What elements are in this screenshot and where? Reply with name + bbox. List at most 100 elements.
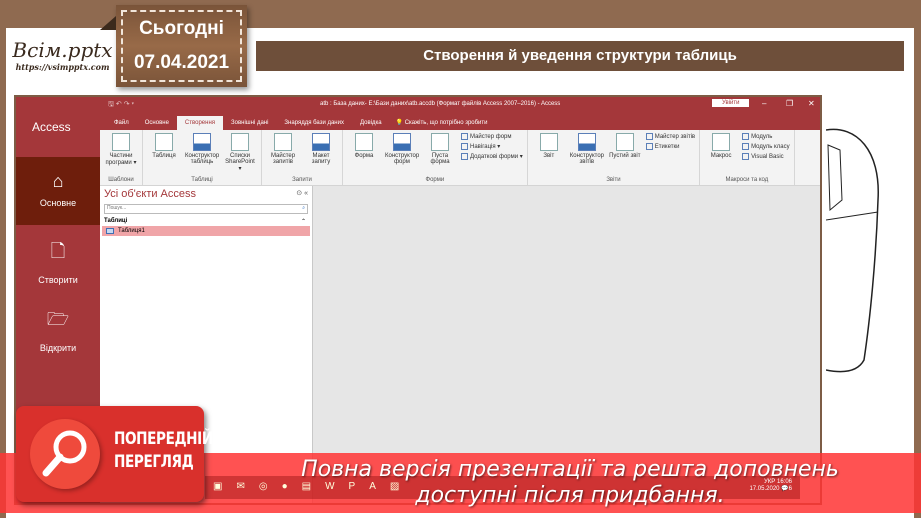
nav-group-tables[interactable]: Таблиці ⌃ xyxy=(100,216,312,226)
group-label: Запити xyxy=(292,177,312,183)
blank-report-button[interactable]: Пустий звіт xyxy=(608,133,642,175)
computer-mouse-illustration xyxy=(826,128,879,373)
viber-icon[interactable]: ◎ xyxy=(259,481,268,492)
module-icon xyxy=(742,133,750,140)
form-design-button[interactable]: Конструктор форм xyxy=(385,133,419,175)
tab-database-tools[interactable]: Знаряддя бази даних xyxy=(276,116,352,130)
backstage-item-label: Відкрити xyxy=(39,343,77,353)
banner-line-2: доступні після придбання. xyxy=(415,483,725,508)
folder-open-icon: 🗁 xyxy=(46,309,70,329)
tab-file[interactable]: Файл xyxy=(106,116,137,130)
slide-frame xyxy=(914,28,921,518)
group-label: Шаблони xyxy=(108,177,134,183)
close-button[interactable]: ✕ xyxy=(808,99,815,108)
group-label: Форми xyxy=(425,177,445,183)
banner-line-1: Повна версія презентації та решта доповн… xyxy=(301,457,839,482)
lightbulb-icon: 💡 xyxy=(395,120,405,126)
table-design-icon xyxy=(193,133,211,151)
tab-home[interactable]: Основне xyxy=(137,116,177,130)
nav-pane-controls[interactable]: ⊙ « xyxy=(296,189,308,197)
nav-search-input[interactable]: Пошук... ⌕ xyxy=(104,204,308,214)
brand-logo: Всім.pptx https://vsimpptx.com xyxy=(10,38,115,72)
group-templates: Частини програми ▾ Шаблони xyxy=(100,130,143,185)
class-module-button[interactable]: Модуль класу xyxy=(742,143,790,150)
form-button[interactable]: Форма xyxy=(347,133,381,175)
group-tables: Таблиця Конструктор таблиць Списки Share… xyxy=(143,130,262,185)
brand-url: https://vsimpptx.com xyxy=(15,62,110,72)
visual-basic-icon xyxy=(742,153,750,160)
report-design-button[interactable]: Конструктор звітів xyxy=(570,133,604,175)
tab-help[interactable]: Довідка xyxy=(352,116,390,130)
macro-button[interactable]: Макрос xyxy=(704,133,738,175)
tell-me-label: Скажіть, що потрібно зробити xyxy=(404,120,488,126)
blank-form-icon xyxy=(431,133,449,151)
report-design-icon xyxy=(577,133,596,151)
report-icon xyxy=(539,133,558,151)
navigation-icon xyxy=(461,143,468,150)
table-icon xyxy=(106,228,114,234)
window-title: atb : База даних- E:\Бази даних\atb.accd… xyxy=(320,101,561,107)
banner-text: Повна версія презентації та решта доповн… xyxy=(300,457,840,509)
application-parts-button[interactable]: Частини програми ▾ xyxy=(104,133,138,175)
labels-button[interactable]: Етикетки xyxy=(645,143,695,150)
preview-line-2: ПЕРЕГЛЯД xyxy=(114,452,194,472)
ribbon-tabs: Файл Основне Створення Зовнішні дані Зна… xyxy=(100,112,820,130)
class-module-icon xyxy=(742,143,750,150)
report-wizard-icon xyxy=(645,133,653,140)
group-queries: Майстер запитів Макет запиту Запити xyxy=(262,130,343,185)
ribbon: Частини програми ▾ Шаблони Таблиця Конст… xyxy=(100,130,820,186)
brand-name: Всім.pptx xyxy=(12,38,113,62)
query-wizard-button[interactable]: Майстер запитів xyxy=(266,133,300,175)
nav-pane-title[interactable]: Усі об'єкти Access ⊙ « xyxy=(100,186,312,202)
form-wizard-icon xyxy=(461,133,468,140)
blank-report-icon xyxy=(615,133,634,151)
table-button[interactable]: Таблиця xyxy=(147,133,181,175)
backstage-item-home[interactable]: ⌂ Основне xyxy=(16,157,100,225)
collapse-icon: ⌃ xyxy=(300,219,306,225)
form-wizard-button[interactable]: Майстер форм xyxy=(461,133,523,140)
visual-basic-button[interactable]: Visual Basic xyxy=(742,153,789,160)
backstage-item-label: Створити xyxy=(38,275,78,285)
table-icon xyxy=(155,133,173,151)
magnifier-icon xyxy=(30,419,100,489)
tab-external-data[interactable]: Зовнішні дані xyxy=(223,116,276,130)
restore-button[interactable]: ❐ xyxy=(786,99,793,108)
form-icon xyxy=(355,133,373,151)
minimize-button[interactable]: – xyxy=(762,99,766,108)
preview-line-1: ПОПЕРЕДНІЙ xyxy=(114,429,213,449)
date-badge: Сьогодні 07.04.2021 xyxy=(100,5,247,87)
date-label: Сьогодні xyxy=(139,18,224,39)
quick-access-toolbar[interactable]: 🖫 ↶ ↷ ▾ xyxy=(108,100,134,111)
store-icon[interactable]: ▣ xyxy=(213,481,222,492)
sharepoint-lists-icon xyxy=(231,133,249,151)
preview-badge[interactable]: ПОПЕРЕДНІЙ ПЕРЕГЛЯД xyxy=(16,406,213,502)
report-wizard-button[interactable]: Майстер звітів xyxy=(645,133,695,140)
backstage-item-label: Основне xyxy=(39,198,77,208)
slide-title: Створення й уведення структури таблиць xyxy=(256,41,904,71)
mail-icon[interactable]: ✉ xyxy=(236,481,244,492)
query-design-button[interactable]: Макет запиту xyxy=(304,133,338,175)
labels-icon xyxy=(645,143,653,150)
home-icon: ⌂ xyxy=(52,171,64,191)
group-label: Макроси та код xyxy=(725,177,769,183)
blank-form-button[interactable]: Пуста форма xyxy=(423,133,457,175)
more-forms-button[interactable]: Додаткові форми ▾ xyxy=(461,153,523,160)
chrome-icon[interactable]: ● xyxy=(282,481,288,492)
group-macros: Макрос Модуль Модуль класу Visual Basic … xyxy=(700,130,795,185)
tell-me-search[interactable]: 💡 Скажіть, що потрібно зробити xyxy=(390,115,494,130)
backstage-title: Access xyxy=(32,120,71,134)
title-bar: 🖫 ↶ ↷ ▾ atb : База даних- E:\Бази даних\… xyxy=(100,97,820,112)
form-design-icon xyxy=(393,133,411,151)
report-button[interactable]: Звіт xyxy=(532,133,566,175)
navigation-button[interactable]: Навігація ▾ xyxy=(461,143,523,150)
table-design-button[interactable]: Конструктор таблиць xyxy=(185,133,219,175)
sign-in-button[interactable]: Увійти xyxy=(712,99,750,107)
search-icon: ⌕ xyxy=(302,205,305,211)
tab-create[interactable]: Створення xyxy=(176,116,224,130)
sharepoint-lists-button[interactable]: Списки SharePoint ▾ xyxy=(223,133,257,175)
backstage-item-new[interactable]: 🗋 Створити xyxy=(16,225,100,293)
backstage-item-open[interactable]: 🗁 Відкрити xyxy=(16,293,100,361)
module-button[interactable]: Модуль xyxy=(742,133,789,140)
nav-item-table1[interactable]: Таблиця1 xyxy=(102,226,310,236)
group-forms: Форма Конструктор форм Пуста форма Майст… xyxy=(343,130,528,185)
